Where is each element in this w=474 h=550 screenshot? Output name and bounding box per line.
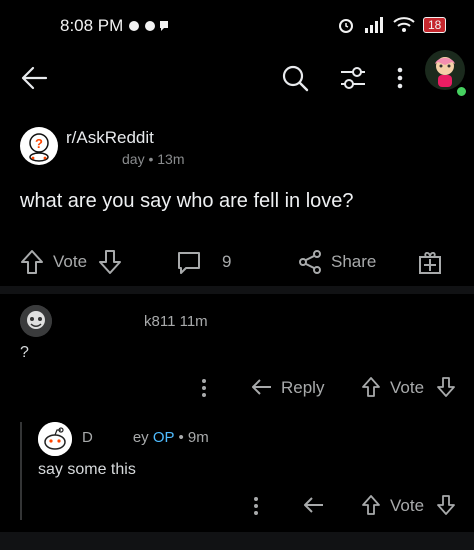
username-visible-suffix: ey	[132, 429, 149, 446]
search-icon[interactable]	[281, 64, 309, 92]
redacted-username	[62, 314, 144, 326]
notification-icon	[128, 18, 170, 34]
section-divider	[0, 286, 474, 294]
subreddit-name[interactable]: r/AskReddit	[66, 128, 154, 148]
comment-icon[interactable]	[176, 250, 202, 276]
redacted-username	[92, 430, 133, 442]
post-meta: day • 13m	[66, 151, 185, 167]
wifi-icon	[393, 17, 415, 32]
comment-more-icon[interactable]	[200, 378, 208, 398]
comment-actions: Reply Vote	[0, 376, 474, 400]
op-badge: OP	[152, 429, 175, 446]
redacted-username	[66, 152, 122, 164]
alarm-icon	[339, 19, 353, 33]
more-options-icon[interactable]	[396, 66, 404, 90]
signal-icon	[365, 17, 383, 33]
reply-to-reply-icon[interactable]	[303, 495, 325, 515]
reply-age: • 9m	[178, 429, 209, 446]
subreddit-icon[interactable]: ?	[20, 127, 58, 165]
reply-body: say some this	[38, 461, 136, 478]
reply-actions: Vote	[0, 494, 474, 518]
reply-downvote-icon[interactable]	[436, 494, 456, 516]
post-vote-label: Vote	[53, 252, 88, 271]
reply-username[interactable]: Dey OP • 9m	[82, 429, 209, 446]
reply-icon[interactable]	[251, 377, 273, 397]
share-icon[interactable]	[297, 249, 323, 275]
status-time: 8:08 PM	[60, 16, 124, 35]
post-meta-text: day • 13m	[122, 151, 185, 167]
upvote-icon[interactable]	[20, 249, 44, 275]
status-icons: 18	[337, 16, 447, 34]
comment-upvote-icon[interactable]	[361, 376, 381, 398]
battery-indicator: 18	[423, 17, 447, 33]
downvote-icon[interactable]	[98, 249, 122, 275]
reply-more-icon[interactable]	[252, 496, 260, 516]
bottom-divider	[0, 532, 474, 550]
top-bar	[0, 50, 474, 108]
comment-body: ?	[20, 344, 29, 361]
share-label[interactable]: Share	[331, 252, 376, 272]
status-bar: 8:08 PM 18	[0, 0, 474, 50]
comment-age: 11m	[179, 313, 208, 330]
svg-text:?: ?	[35, 136, 43, 151]
comment-count: 9	[222, 252, 232, 271]
commenter-avatar[interactable]	[20, 305, 52, 337]
user-avatar[interactable]	[425, 50, 465, 90]
award-gift-icon[interactable]	[418, 249, 442, 275]
post-actions: Vote 9 Share	[0, 245, 474, 279]
reply-label[interactable]: Reply	[281, 378, 324, 398]
commenter-username[interactable]: k811 11m	[62, 313, 208, 330]
online-status-dot	[455, 85, 468, 98]
comment-downvote-icon[interactable]	[436, 376, 456, 398]
back-icon[interactable]	[20, 64, 48, 92]
username-visible-part: k811	[144, 313, 176, 330]
reply-upvote-icon[interactable]	[361, 494, 381, 516]
username-visible-prefix: D	[82, 429, 93, 446]
sort-icon[interactable]	[339, 65, 367, 91]
comment-vote-label: Vote	[390, 378, 425, 397]
post-title: what are you say who are fell in love?	[20, 190, 354, 212]
reply-avatar[interactable]	[38, 422, 72, 456]
reply-vote-label: Vote	[390, 496, 425, 515]
